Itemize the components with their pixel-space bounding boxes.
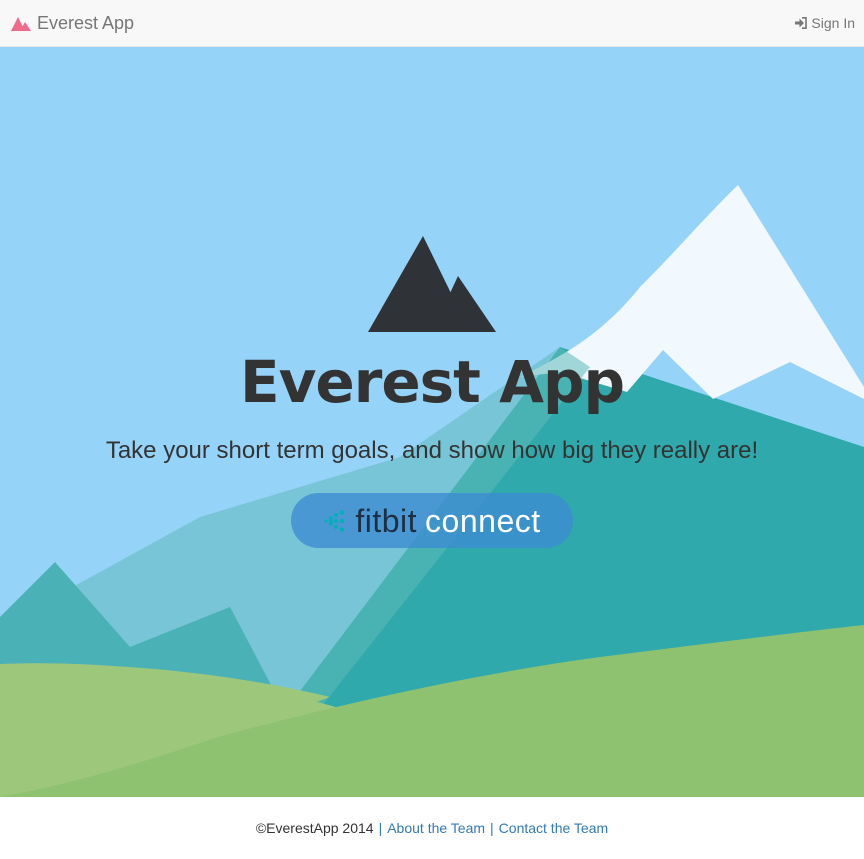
connect-text: connect	[425, 502, 541, 539]
brand-link[interactable]: Everest App	[11, 13, 134, 34]
about-team-link[interactable]: About the Team	[387, 820, 485, 836]
fitbit-dots-icon	[324, 509, 345, 532]
page-footer: ©EverestApp 2014 | About the Team | Cont…	[0, 797, 864, 859]
footer-separator: |	[378, 820, 383, 836]
hero-tagline: Take your short term goals, and show how…	[105, 437, 759, 464]
sign-in-link[interactable]: Sign In	[795, 15, 855, 31]
hero-content: Everest App Take your short term goals, …	[0, 47, 864, 797]
top-navbar: Everest App Sign In	[0, 0, 864, 47]
mountain-icon	[11, 17, 31, 31]
fitbit-connect-button[interactable]: fitbit connect	[291, 493, 573, 548]
page-title: Everest App	[239, 348, 625, 416]
footer-separator: |	[490, 820, 494, 836]
sign-in-icon	[795, 17, 808, 29]
hero-section: Everest App Take your short term goals, …	[0, 47, 864, 797]
brand-name: Everest App	[37, 12, 135, 33]
sign-in-label: Sign In	[811, 15, 855, 31]
copyright-text: ©EverestApp 2014	[255, 820, 374, 836]
contact-team-link[interactable]: Contact the Team	[499, 820, 608, 836]
fitbit-brand-text: fitbit	[355, 502, 418, 539]
mountain-logo-icon	[368, 236, 496, 332]
